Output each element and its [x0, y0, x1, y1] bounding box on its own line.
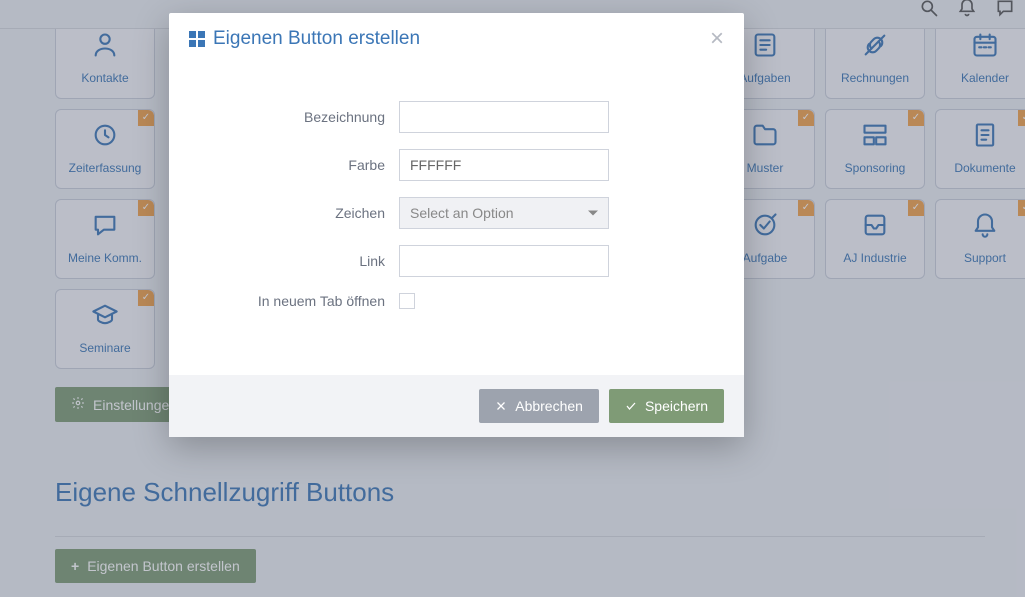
label-newtab: In neuem Tab öffnen	[199, 293, 399, 309]
cancel-button[interactable]: Abbrechen	[479, 389, 599, 423]
save-button[interactable]: Speichern	[609, 389, 724, 423]
label-farbe: Farbe	[199, 157, 399, 173]
field-row-label: Bezeichnung	[199, 101, 714, 133]
field-row-icon: Zeichen Select an Option	[199, 197, 714, 229]
create-button-modal: Eigenen Button erstellen × Bezeichnung F…	[169, 13, 744, 437]
label-link: Link	[199, 253, 399, 269]
modal-body: Bezeichnung Farbe Zeichen Select an Opti…	[169, 61, 744, 375]
field-row-color: Farbe	[199, 149, 714, 181]
input-bezeichnung[interactable]	[399, 101, 609, 133]
grid-icon	[189, 31, 205, 47]
check-icon	[625, 400, 637, 412]
label-bezeichnung: Bezeichnung	[199, 109, 399, 125]
label-zeichen: Zeichen	[199, 205, 399, 221]
checkbox-newtab[interactable]	[399, 293, 415, 309]
select-zeichen[interactable]: Select an Option	[399, 197, 609, 229]
field-row-link: Link	[199, 245, 714, 277]
input-farbe[interactable]	[399, 149, 609, 181]
close-icon[interactable]: ×	[710, 27, 724, 51]
save-button-label: Speichern	[645, 398, 708, 414]
modal-footer: Abbrechen Speichern	[169, 375, 744, 437]
modal-header: Eigenen Button erstellen ×	[169, 13, 744, 61]
select-zeichen-placeholder: Select an Option	[410, 205, 514, 221]
modal-title: Eigenen Button erstellen	[189, 28, 420, 50]
x-icon	[495, 400, 507, 412]
input-link[interactable]	[399, 245, 609, 277]
modal-title-text: Eigenen Button erstellen	[213, 28, 420, 50]
cancel-button-label: Abbrechen	[515, 398, 583, 414]
field-row-newtab: In neuem Tab öffnen	[199, 293, 714, 309]
